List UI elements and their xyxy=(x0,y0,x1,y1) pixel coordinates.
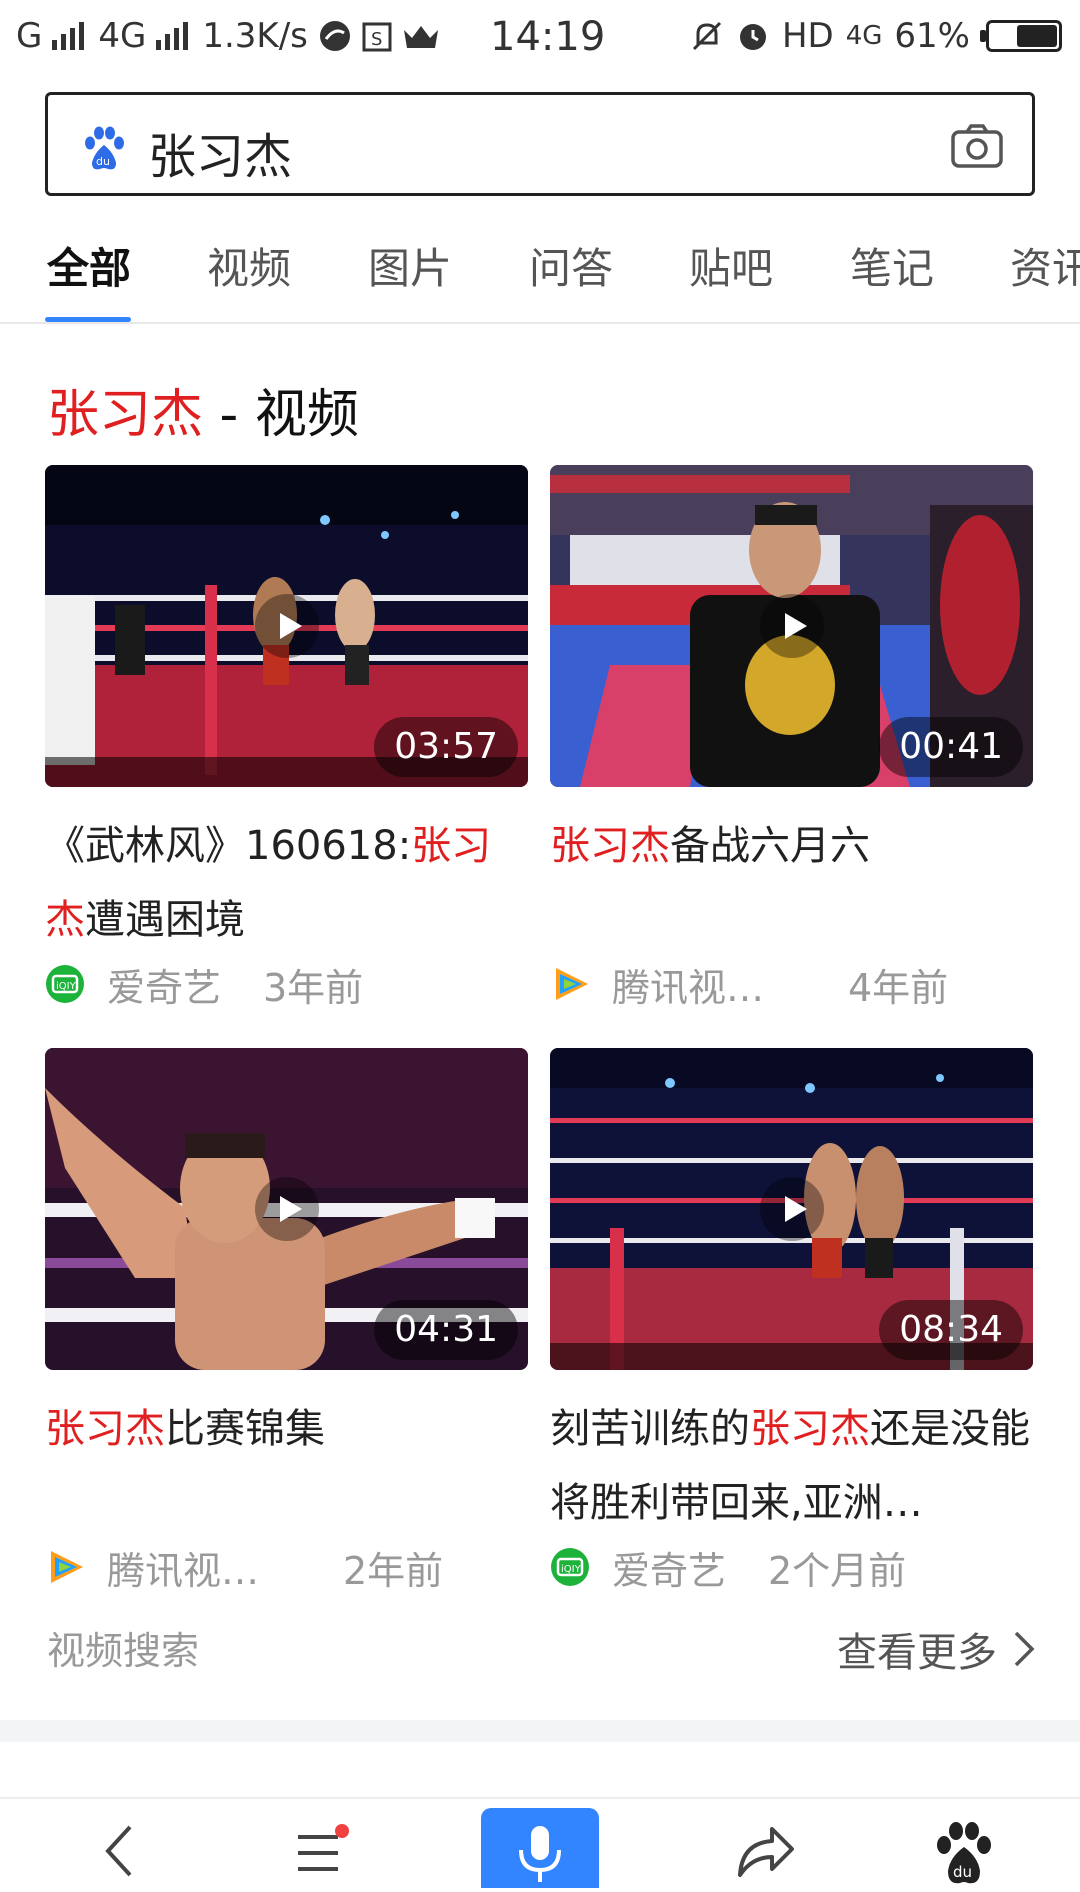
network-4g-right: 4G xyxy=(845,21,883,51)
title-keyword: 张习杰 xyxy=(45,1406,165,1452)
battery-percent: 61% xyxy=(894,16,970,56)
section-suffix: - 视频 xyxy=(203,385,359,445)
video-source: 腾讯视… xyxy=(107,1548,260,1593)
video-title[interactable]: 《武林风》160618:张习杰遭遇困境 xyxy=(45,809,528,957)
title-text: 《武林风》160618: xyxy=(45,823,412,869)
video-meta: iQIY 爱奇艺 3年前 xyxy=(45,949,528,1019)
status-bar: G 4G 1.3K/s S 14:19 HD 4G 61% xyxy=(0,0,1080,75)
video-duration: 03:57 xyxy=(374,717,518,777)
video-source: 腾讯视… xyxy=(612,965,765,1010)
tab-images[interactable]: 图片 xyxy=(368,235,452,296)
network-4g: 4G xyxy=(98,16,147,56)
app-notification-icon xyxy=(319,21,350,51)
video-search-link[interactable]: 视频搜索 xyxy=(47,1620,199,1675)
tab-news[interactable]: 资讯 xyxy=(1010,235,1080,296)
search-input[interactable]: 张习杰 xyxy=(148,117,292,187)
video-meta: iQIY 爱奇艺 2个月前 xyxy=(550,1532,1033,1602)
menu-icon[interactable] xyxy=(278,1809,358,1889)
section-divider xyxy=(0,1720,1080,1742)
title-keyword: 张习杰 xyxy=(550,823,670,869)
store-icon: S xyxy=(362,22,392,52)
video-age: 2个月前 xyxy=(768,1548,907,1593)
alarm-icon xyxy=(739,24,766,50)
signal-icon-2 xyxy=(156,22,189,50)
battery-icon xyxy=(980,20,1062,52)
category-tabs: 全部 视频 图片 问答 贴吧 笔记 资讯 xyxy=(0,225,1080,324)
active-tab-indicator xyxy=(45,317,131,322)
bottom-nav: du xyxy=(0,1797,1080,1889)
tab-qa[interactable]: 问答 xyxy=(529,235,613,296)
baidu-paw-icon: du xyxy=(85,126,124,170)
signal-icon xyxy=(52,22,85,50)
iqiyi-icon: iQIY xyxy=(46,965,84,1003)
svg-text:iQIY: iQIY xyxy=(561,1564,582,1575)
title-keyword: 张习杰 xyxy=(750,1406,870,1452)
video-meta: 腾讯视… 2年前 xyxy=(45,1532,528,1602)
tab-video[interactable]: 视频 xyxy=(207,235,291,296)
video-age: 3年前 xyxy=(263,965,364,1010)
battery-fill xyxy=(1017,25,1057,47)
network-speed: 1.3K/s xyxy=(202,16,308,56)
video-age: 4年前 xyxy=(848,965,949,1010)
video-thumbnail[interactable]: 04:31 xyxy=(45,1048,528,1370)
svg-text:du: du xyxy=(953,1863,972,1881)
tab-notes[interactable]: 笔记 xyxy=(850,235,934,296)
baidu-home-icon[interactable]: du xyxy=(924,1809,1004,1889)
video-duration: 04:31 xyxy=(374,1300,518,1360)
video-meta: 腾讯视… 4年前 xyxy=(550,949,1033,1019)
video-title[interactable]: 刻苦训练的张习杰还是没能将胜利带回来,亚洲… xyxy=(550,1392,1033,1540)
svg-text:iQIY: iQIY xyxy=(56,981,77,992)
video-card[interactable]: 04:31 张习杰比赛锦集 腾讯视… 2年前 xyxy=(45,1048,528,1602)
play-icon xyxy=(254,594,319,658)
video-card[interactable]: 08:34 刻苦训练的张习杰还是没能将胜利带回来,亚洲… iQIY 爱奇艺 2个… xyxy=(550,1048,1033,1602)
microphone-icon xyxy=(519,1826,561,1882)
tab-tieba[interactable]: 贴吧 xyxy=(689,235,773,296)
play-icon xyxy=(759,1177,824,1241)
section-title[interactable]: 张习杰 - 视频 xyxy=(47,372,359,447)
status-right: HD 4G 61% xyxy=(690,16,1062,56)
mute-bell-icon xyxy=(692,21,722,51)
play-icon xyxy=(254,1177,319,1241)
chevron-right-icon xyxy=(1014,1631,1035,1667)
title-text: 比赛锦集 xyxy=(165,1406,325,1452)
share-icon[interactable] xyxy=(724,1809,804,1889)
video-source: 爱奇艺 xyxy=(107,965,222,1010)
view-more-link[interactable]: 查看更多 xyxy=(837,1620,1035,1678)
tencent-video-icon xyxy=(51,1551,83,1583)
video-duration: 00:41 xyxy=(879,717,1023,777)
video-title[interactable]: 张习杰比赛锦集 xyxy=(45,1392,528,1540)
hd-indicator: HD xyxy=(781,16,834,56)
title-text: 遭遇困境 xyxy=(85,897,245,943)
title-text: 备战六月六 xyxy=(670,823,870,869)
camera-icon[interactable] xyxy=(950,123,1004,169)
video-thumbnail[interactable]: 00:41 xyxy=(550,465,1033,787)
tencent-video-icon xyxy=(556,968,588,1000)
voice-search-button[interactable] xyxy=(481,1808,599,1888)
video-card[interactable]: 00:41 张习杰备战六月六 腾讯视… 4年前 xyxy=(550,465,1033,1019)
crown-icon xyxy=(403,26,438,48)
svg-text:S: S xyxy=(371,29,382,50)
video-source: 爱奇艺 xyxy=(612,1548,727,1593)
video-thumbnail[interactable]: 08:34 xyxy=(550,1048,1033,1370)
svg-text:du: du xyxy=(96,155,110,168)
tab-all[interactable]: 全部 xyxy=(47,235,131,296)
view-more-label: 查看更多 xyxy=(837,1630,997,1676)
video-thumbnail[interactable]: 03:57 xyxy=(45,465,528,787)
clock: 14:19 xyxy=(490,14,606,60)
back-arrow-icon[interactable] xyxy=(82,1809,162,1889)
search-box[interactable]: du 张习杰 xyxy=(45,92,1035,196)
video-duration: 08:34 xyxy=(879,1300,1023,1360)
status-left: G 4G 1.3K/s S xyxy=(16,16,440,56)
network-type: G xyxy=(16,16,43,56)
iqiyi-icon: iQIY xyxy=(551,1548,589,1586)
title-text: 刻苦训练的 xyxy=(550,1406,750,1452)
video-card[interactable]: 03:57 《武林风》160618:张习杰遭遇困境 iQIY 爱奇艺 3年前 xyxy=(45,465,528,1019)
video-age: 2年前 xyxy=(343,1548,444,1593)
play-icon xyxy=(759,594,824,658)
section-keyword: 张习杰 xyxy=(47,385,204,445)
video-title[interactable]: 张习杰备战六月六 xyxy=(550,809,1033,957)
